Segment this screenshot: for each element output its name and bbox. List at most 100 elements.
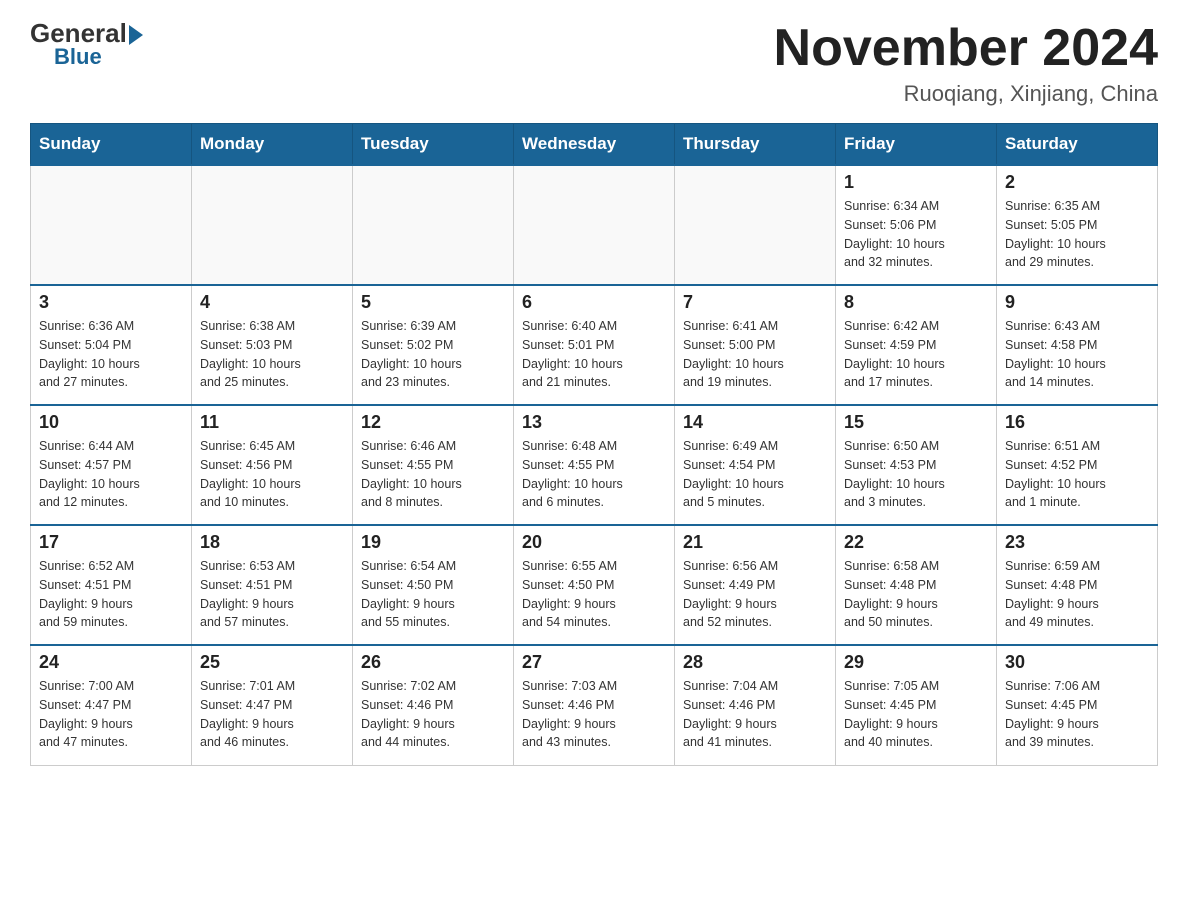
day-number: 5 xyxy=(361,292,505,313)
calendar-cell-0-0 xyxy=(31,165,192,285)
header: General Blue November 2024 Ruoqiang, Xin… xyxy=(30,20,1158,107)
day-number: 20 xyxy=(522,532,666,553)
calendar-cell-4-4: 28 Sunrise: 7:04 AMSunset: 4:46 PMDayligh… xyxy=(675,645,836,765)
day-info: Sunrise: 6:52 AMSunset: 4:51 PMDaylight:… xyxy=(39,557,183,632)
day-number: 11 xyxy=(200,412,344,433)
day-number: 7 xyxy=(683,292,827,313)
calendar-cell-4-1: 25 Sunrise: 7:01 AMSunset: 4:47 PMDayligh… xyxy=(192,645,353,765)
calendar-cell-0-2 xyxy=(353,165,514,285)
day-info: Sunrise: 6:35 AMSunset: 5:05 PMDaylight:… xyxy=(1005,197,1149,272)
day-info: Sunrise: 6:42 AMSunset: 4:59 PMDaylight:… xyxy=(844,317,988,392)
col-friday: Friday xyxy=(836,124,997,166)
week-row-3: 10Sunrise: 6:44 AMSunset: 4:57 PMDayligh… xyxy=(31,405,1158,525)
day-info: Sunrise: 6:48 AMSunset: 4:55 PMDaylight:… xyxy=(522,437,666,512)
day-number: 26 xyxy=(361,652,505,673)
day-info: Sunrise: 7:05 AMSunset: 4:45 PMDaylight:… xyxy=(844,677,988,752)
calendar-cell-1-0: 3Sunrise: 6:36 AMSunset: 5:04 PMDaylight… xyxy=(31,285,192,405)
day-info: Sunrise: 6:58 AMSunset: 4:48 PMDaylight:… xyxy=(844,557,988,632)
day-number: 12 xyxy=(361,412,505,433)
day-info: Sunrise: 7:00 AMSunset: 4:47 PMDaylight:… xyxy=(39,677,183,752)
day-number: 6 xyxy=(522,292,666,313)
calendar-cell-2-2: 12 Sunrise: 6:46 AMSunset: 4:55 PMDayligh… xyxy=(353,405,514,525)
calendar-cell-3-0: 17 Sunrise: 6:52 AMSunset: 4:51 PMDayligh… xyxy=(31,525,192,645)
day-info: Sunrise: 6:40 AMSunset: 5:01 PMDaylight:… xyxy=(522,317,666,392)
day-number: 29 xyxy=(844,652,988,673)
col-wednesday: Wednesday xyxy=(514,124,675,166)
day-info: Sunrise: 7:06 AMSunset: 4:45 PMDaylight:… xyxy=(1005,677,1149,752)
title-area: November 2024 Ruoqiang, Xinjiang, China xyxy=(774,20,1158,107)
calendar-cell-4-2: 26 Sunrise: 7:02 AMSunset: 4:46 PMDayligh… xyxy=(353,645,514,765)
calendar-cell-2-4: 14 Sunrise: 6:49 AMSunset: 4:54 PMDayligh… xyxy=(675,405,836,525)
day-info: Sunrise: 7:02 AMSunset: 4:46 PMDaylight:… xyxy=(361,677,505,752)
day-info: Sunrise: 6:38 AMSunset: 5:03 PMDaylight:… xyxy=(200,317,344,392)
col-thursday: Thursday xyxy=(675,124,836,166)
calendar-cell-2-0: 10Sunrise: 6:44 AMSunset: 4:57 PMDayligh… xyxy=(31,405,192,525)
location: Ruoqiang, Xinjiang, China xyxy=(774,81,1158,107)
day-info: Sunrise: 6:39 AMSunset: 5:02 PMDaylight:… xyxy=(361,317,505,392)
day-info: Sunrise: 6:41 AMSunset: 5:00 PMDaylight:… xyxy=(683,317,827,392)
calendar-cell-4-5: 29 Sunrise: 7:05 AMSunset: 4:45 PMDayligh… xyxy=(836,645,997,765)
calendar-header-row: Sunday Monday Tuesday Wednesday Thursday… xyxy=(31,124,1158,166)
calendar-cell-0-6: 2Sunrise: 6:35 AMSunset: 5:05 PMDaylight… xyxy=(997,165,1158,285)
day-number: 18 xyxy=(200,532,344,553)
day-info: Sunrise: 6:51 AMSunset: 4:52 PMDaylight:… xyxy=(1005,437,1149,512)
day-number: 27 xyxy=(522,652,666,673)
logo-line2: Blue xyxy=(30,46,143,68)
week-row-4: 17 Sunrise: 6:52 AMSunset: 4:51 PMDayligh… xyxy=(31,525,1158,645)
day-info: Sunrise: 6:36 AMSunset: 5:04 PMDaylight:… xyxy=(39,317,183,392)
col-tuesday: Tuesday xyxy=(353,124,514,166)
calendar: Sunday Monday Tuesday Wednesday Thursday… xyxy=(30,123,1158,766)
calendar-cell-0-1 xyxy=(192,165,353,285)
calendar-cell-4-6: 30 Sunrise: 7:06 AMSunset: 4:45 PMDayligh… xyxy=(997,645,1158,765)
calendar-cell-1-5: 8 Sunrise: 6:42 AMSunset: 4:59 PMDaylight… xyxy=(836,285,997,405)
month-title: November 2024 xyxy=(774,20,1158,77)
day-info: Sunrise: 7:03 AMSunset: 4:46 PMDaylight:… xyxy=(522,677,666,752)
calendar-cell-4-3: 27 Sunrise: 7:03 AMSunset: 4:46 PMDayligh… xyxy=(514,645,675,765)
day-number: 21 xyxy=(683,532,827,553)
logo: General Blue xyxy=(30,20,143,68)
week-row-5: 24Sunrise: 7:00 AMSunset: 4:47 PMDayligh… xyxy=(31,645,1158,765)
day-number: 17 xyxy=(39,532,183,553)
day-number: 14 xyxy=(683,412,827,433)
day-info: Sunrise: 6:46 AMSunset: 4:55 PMDaylight:… xyxy=(361,437,505,512)
calendar-cell-3-1: 18 Sunrise: 6:53 AMSunset: 4:51 PMDayligh… xyxy=(192,525,353,645)
calendar-cell-2-6: 16 Sunrise: 6:51 AMSunset: 4:52 PMDayligh… xyxy=(997,405,1158,525)
calendar-cell-3-5: 22 Sunrise: 6:58 AMSunset: 4:48 PMDayligh… xyxy=(836,525,997,645)
day-number: 9 xyxy=(1005,292,1149,313)
day-number: 8 xyxy=(844,292,988,313)
col-monday: Monday xyxy=(192,124,353,166)
calendar-cell-1-1: 4Sunrise: 6:38 AMSunset: 5:03 PMDaylight… xyxy=(192,285,353,405)
day-info: Sunrise: 6:54 AMSunset: 4:50 PMDaylight:… xyxy=(361,557,505,632)
page: General Blue November 2024 Ruoqiang, Xin… xyxy=(0,0,1188,796)
day-info: Sunrise: 6:44 AMSunset: 4:57 PMDaylight:… xyxy=(39,437,183,512)
day-number: 22 xyxy=(844,532,988,553)
calendar-cell-0-5: 1Sunrise: 6:34 AMSunset: 5:06 PMDaylight… xyxy=(836,165,997,285)
day-info: Sunrise: 6:53 AMSunset: 4:51 PMDaylight:… xyxy=(200,557,344,632)
day-number: 15 xyxy=(844,412,988,433)
calendar-cell-3-4: 21 Sunrise: 6:56 AMSunset: 4:49 PMDayligh… xyxy=(675,525,836,645)
day-info: Sunrise: 6:50 AMSunset: 4:53 PMDaylight:… xyxy=(844,437,988,512)
day-number: 23 xyxy=(1005,532,1149,553)
day-info: Sunrise: 6:56 AMSunset: 4:49 PMDaylight:… xyxy=(683,557,827,632)
logo-arrow-icon xyxy=(129,25,143,45)
calendar-cell-4-0: 24Sunrise: 7:00 AMSunset: 4:47 PMDayligh… xyxy=(31,645,192,765)
day-number: 16 xyxy=(1005,412,1149,433)
day-info: Sunrise: 7:01 AMSunset: 4:47 PMDaylight:… xyxy=(200,677,344,752)
calendar-cell-1-4: 7 Sunrise: 6:41 AMSunset: 5:00 PMDaylight… xyxy=(675,285,836,405)
day-number: 25 xyxy=(200,652,344,673)
col-sunday: Sunday xyxy=(31,124,192,166)
day-info: Sunrise: 7:04 AMSunset: 4:46 PMDaylight:… xyxy=(683,677,827,752)
day-info: Sunrise: 6:49 AMSunset: 4:54 PMDaylight:… xyxy=(683,437,827,512)
day-number: 28 xyxy=(683,652,827,673)
calendar-cell-3-2: 19Sunrise: 6:54 AMSunset: 4:50 PMDayligh… xyxy=(353,525,514,645)
day-number: 30 xyxy=(1005,652,1149,673)
col-saturday: Saturday xyxy=(997,124,1158,166)
day-number: 1 xyxy=(844,172,988,193)
calendar-cell-2-3: 13 Sunrise: 6:48 AMSunset: 4:55 PMDayligh… xyxy=(514,405,675,525)
day-number: 13 xyxy=(522,412,666,433)
day-info: Sunrise: 6:43 AMSunset: 4:58 PMDaylight:… xyxy=(1005,317,1149,392)
day-info: Sunrise: 6:45 AMSunset: 4:56 PMDaylight:… xyxy=(200,437,344,512)
logo-line1: General xyxy=(30,20,143,46)
calendar-cell-0-3 xyxy=(514,165,675,285)
calendar-cell-3-6: 23Sunrise: 6:59 AMSunset: 4:48 PMDayligh… xyxy=(997,525,1158,645)
